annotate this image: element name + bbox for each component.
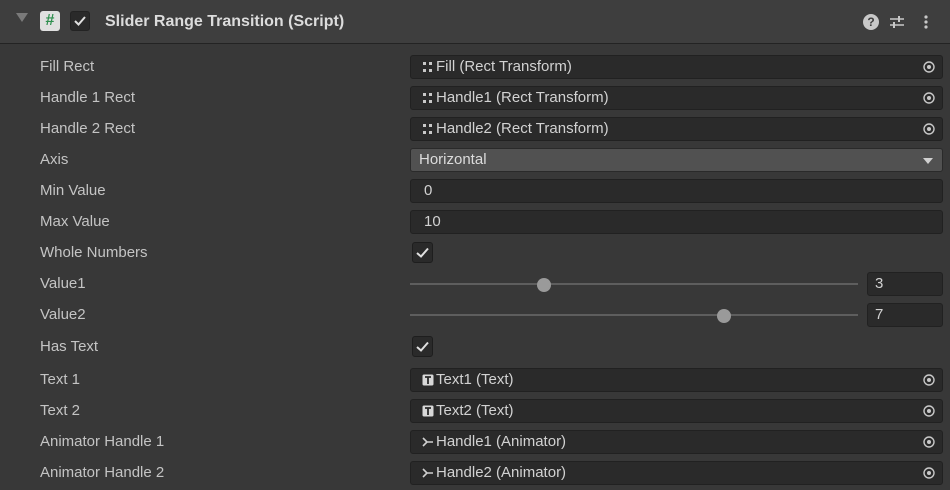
rect-transform-icon: [423, 62, 432, 72]
animator-handle1-row: Animator Handle 1 Handle1 (Animator): [0, 429, 950, 455]
value1-slider-thumb[interactable]: [537, 278, 552, 292]
chevron-down-icon: [923, 158, 933, 164]
text2-row: Text 2 Text2 (Text): [0, 398, 950, 424]
min-value-row: Min Value 0: [0, 178, 950, 204]
min-value-label: Min Value: [40, 182, 106, 199]
animator-icon: [422, 468, 433, 478]
text1-label: Text 1: [40, 371, 81, 388]
animator-handle2-value: Handle2 (Animator): [436, 464, 567, 481]
handle2-rect-row: Handle 2 Rect Handle2 (Rect Transform): [0, 116, 950, 142]
animator-handle1-label: Animator Handle 1: [40, 433, 165, 450]
axis-label: Axis: [40, 151, 69, 168]
text1-value: Text1 (Text): [436, 371, 514, 388]
presets-icon[interactable]: [889, 14, 905, 30]
has-text-label: Has Text: [40, 338, 99, 355]
component-title: Slider Range Transition (Script): [105, 13, 345, 30]
object-picker-button[interactable]: [916, 369, 942, 391]
rect-transform-icon: [423, 124, 432, 134]
object-picker-button[interactable]: [916, 400, 942, 422]
handle1-rect-field[interactable]: Handle1 (Rect Transform): [410, 86, 943, 110]
checkmark-icon: [74, 16, 86, 26]
target-icon: [923, 123, 935, 135]
value2-text: 7: [875, 306, 884, 323]
target-icon: [923, 61, 935, 73]
min-value-input[interactable]: 0: [410, 179, 943, 203]
value1-input[interactable]: 3: [867, 272, 943, 296]
text-component-icon: [422, 374, 434, 386]
animator-handle1-field[interactable]: Handle1 (Animator): [410, 430, 943, 454]
text-component-icon: [422, 405, 434, 417]
fill-rect-field[interactable]: Fill (Rect Transform): [410, 55, 943, 79]
rect-transform-icon: [423, 93, 432, 103]
object-picker-button[interactable]: [916, 87, 942, 109]
max-value-label: Max Value: [40, 213, 110, 230]
whole-numbers-checkbox[interactable]: [412, 242, 433, 263]
foldout-arrow-icon[interactable]: [16, 13, 28, 22]
fill-rect-row: Fill Rect Fill (Rect Transform): [0, 54, 950, 80]
value2-row: Value2 7: [0, 302, 950, 328]
component-enabled-checkbox[interactable]: [70, 11, 90, 31]
target-icon: [923, 92, 935, 104]
handle2-rect-label: Handle 2 Rect: [40, 120, 136, 137]
value1-text: 3: [875, 275, 884, 292]
value2-input[interactable]: 7: [867, 303, 943, 327]
animator-icon: [422, 437, 433, 447]
value1-slider-track[interactable]: [410, 283, 858, 285]
animator-handle2-label: Animator Handle 2: [40, 464, 165, 481]
checkmark-icon: [416, 341, 429, 352]
handle2-rect-field[interactable]: Handle2 (Rect Transform): [410, 117, 943, 141]
checkmark-icon: [416, 247, 429, 258]
help-icon[interactable]: ?: [863, 14, 879, 30]
max-value-text: 10: [424, 213, 441, 230]
whole-numbers-label: Whole Numbers: [40, 244, 148, 261]
handle2-rect-value: Handle2 (Rect Transform): [436, 120, 609, 137]
axis-dropdown[interactable]: Horizontal: [410, 148, 943, 172]
max-value-input[interactable]: 10: [410, 210, 943, 234]
max-value-row: Max Value 10: [0, 209, 950, 235]
has-text-checkbox[interactable]: [412, 336, 433, 357]
handle1-rect-value: Handle1 (Rect Transform): [436, 89, 609, 106]
value1-row: Value1 3: [0, 271, 950, 297]
target-icon: [923, 436, 935, 448]
object-picker-button[interactable]: [916, 431, 942, 453]
text2-value: Text2 (Text): [436, 402, 514, 419]
value2-slider-thumb[interactable]: [716, 309, 731, 323]
target-icon: [923, 467, 935, 479]
axis-value: Horizontal: [419, 151, 487, 168]
animator-handle2-field[interactable]: Handle2 (Animator): [410, 461, 943, 485]
handle1-rect-row: Handle 1 Rect Handle1 (Rect Transform): [0, 85, 950, 111]
fill-rect-value: Fill (Rect Transform): [436, 58, 572, 75]
has-text-row: Has Text: [0, 334, 950, 360]
object-picker-button[interactable]: [916, 118, 942, 140]
handle1-rect-label: Handle 1 Rect: [40, 89, 136, 106]
value1-label: Value1: [40, 275, 86, 292]
target-icon: [923, 374, 935, 386]
text1-row: Text 1 Text1 (Text): [0, 367, 950, 393]
value2-slider-track[interactable]: [410, 314, 858, 316]
min-value-text: 0: [424, 182, 433, 199]
object-picker-button[interactable]: [916, 462, 942, 484]
whole-numbers-row: Whole Numbers: [0, 240, 950, 266]
component-header[interactable]: # Slider Range Transition (Script) ?: [0, 0, 950, 44]
animator-handle1-value: Handle1 (Animator): [436, 433, 567, 450]
script-icon: #: [40, 11, 60, 31]
text2-label: Text 2: [40, 402, 81, 419]
animator-handle2-row: Animator Handle 2 Handle2 (Animator): [0, 460, 950, 486]
axis-row: Axis Horizontal: [0, 147, 950, 173]
value2-label: Value2: [40, 306, 86, 323]
target-icon: [923, 405, 935, 417]
object-picker-button[interactable]: [916, 56, 942, 78]
menu-icon[interactable]: [918, 14, 934, 30]
fill-rect-label: Fill Rect: [40, 58, 95, 75]
text2-field[interactable]: Text2 (Text): [410, 399, 943, 423]
text1-field[interactable]: Text1 (Text): [410, 368, 943, 392]
